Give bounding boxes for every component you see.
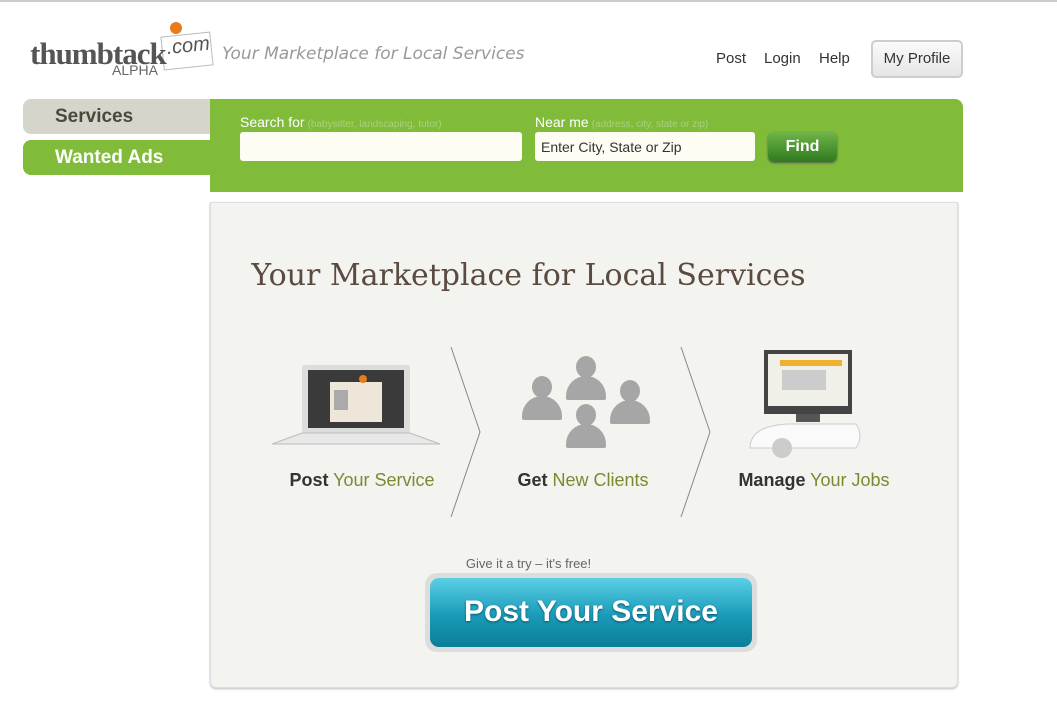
step-post-your-service: Post Your Service: [262, 470, 462, 491]
step-manage-your-jobs: Manage Your Jobs: [714, 470, 914, 491]
computer-icon: [749, 350, 861, 458]
thumbtack-pin-icon: [170, 22, 182, 34]
step-rest: New Clients: [552, 470, 649, 490]
location-input[interactable]: [535, 132, 755, 161]
near-label-text: Near me: [535, 114, 589, 130]
my-profile-button[interactable]: My Profile: [871, 40, 963, 78]
cta-note: Give it a try – it's free!: [465, 556, 592, 571]
search-hint: (babysitter, landscaping, tutor): [307, 119, 442, 130]
search-input[interactable]: [240, 132, 522, 161]
tab-services[interactable]: Services: [23, 99, 210, 134]
laptop-icon: [272, 365, 441, 445]
tab-wanted-ads[interactable]: Wanted Ads: [23, 140, 210, 175]
tagline: Your Marketplace for Local Services: [222, 44, 525, 64]
logo-badge: ALPHA: [112, 62, 158, 78]
chevron-divider-icon: [680, 347, 711, 517]
step-rest: Your Service: [333, 470, 435, 490]
logo-com: .com: [160, 31, 214, 71]
find-button[interactable]: Find: [768, 132, 837, 162]
page-title: Your Marketplace for Local Services: [251, 258, 806, 293]
nav-post[interactable]: Post: [716, 50, 746, 67]
post-your-service-button[interactable]: Post Your Service: [425, 573, 757, 652]
step-bold: Manage: [738, 470, 806, 490]
thumbtack-logo[interactable]: .com thumbtack ALPHA: [30, 22, 215, 79]
step-get-new-clients: Get New Clients: [483, 470, 683, 491]
cta-label[interactable]: Post Your Service: [430, 578, 752, 647]
chevron-divider-icon: [450, 347, 481, 517]
step-bold: Get: [517, 470, 548, 490]
nav-login[interactable]: Login: [764, 50, 801, 67]
step-rest: Your Jobs: [810, 470, 890, 490]
people-icon: [520, 354, 655, 449]
search-for-label: Search for (babysitter, landscaping, tuto…: [240, 114, 442, 130]
near-me-label: Near me (address, city, state or zip): [535, 114, 708, 130]
search-label-text: Search for: [240, 114, 305, 130]
near-hint: (address, city, state or zip): [591, 119, 709, 130]
nav-help[interactable]: Help: [819, 50, 850, 67]
step-bold: Post: [289, 470, 329, 490]
